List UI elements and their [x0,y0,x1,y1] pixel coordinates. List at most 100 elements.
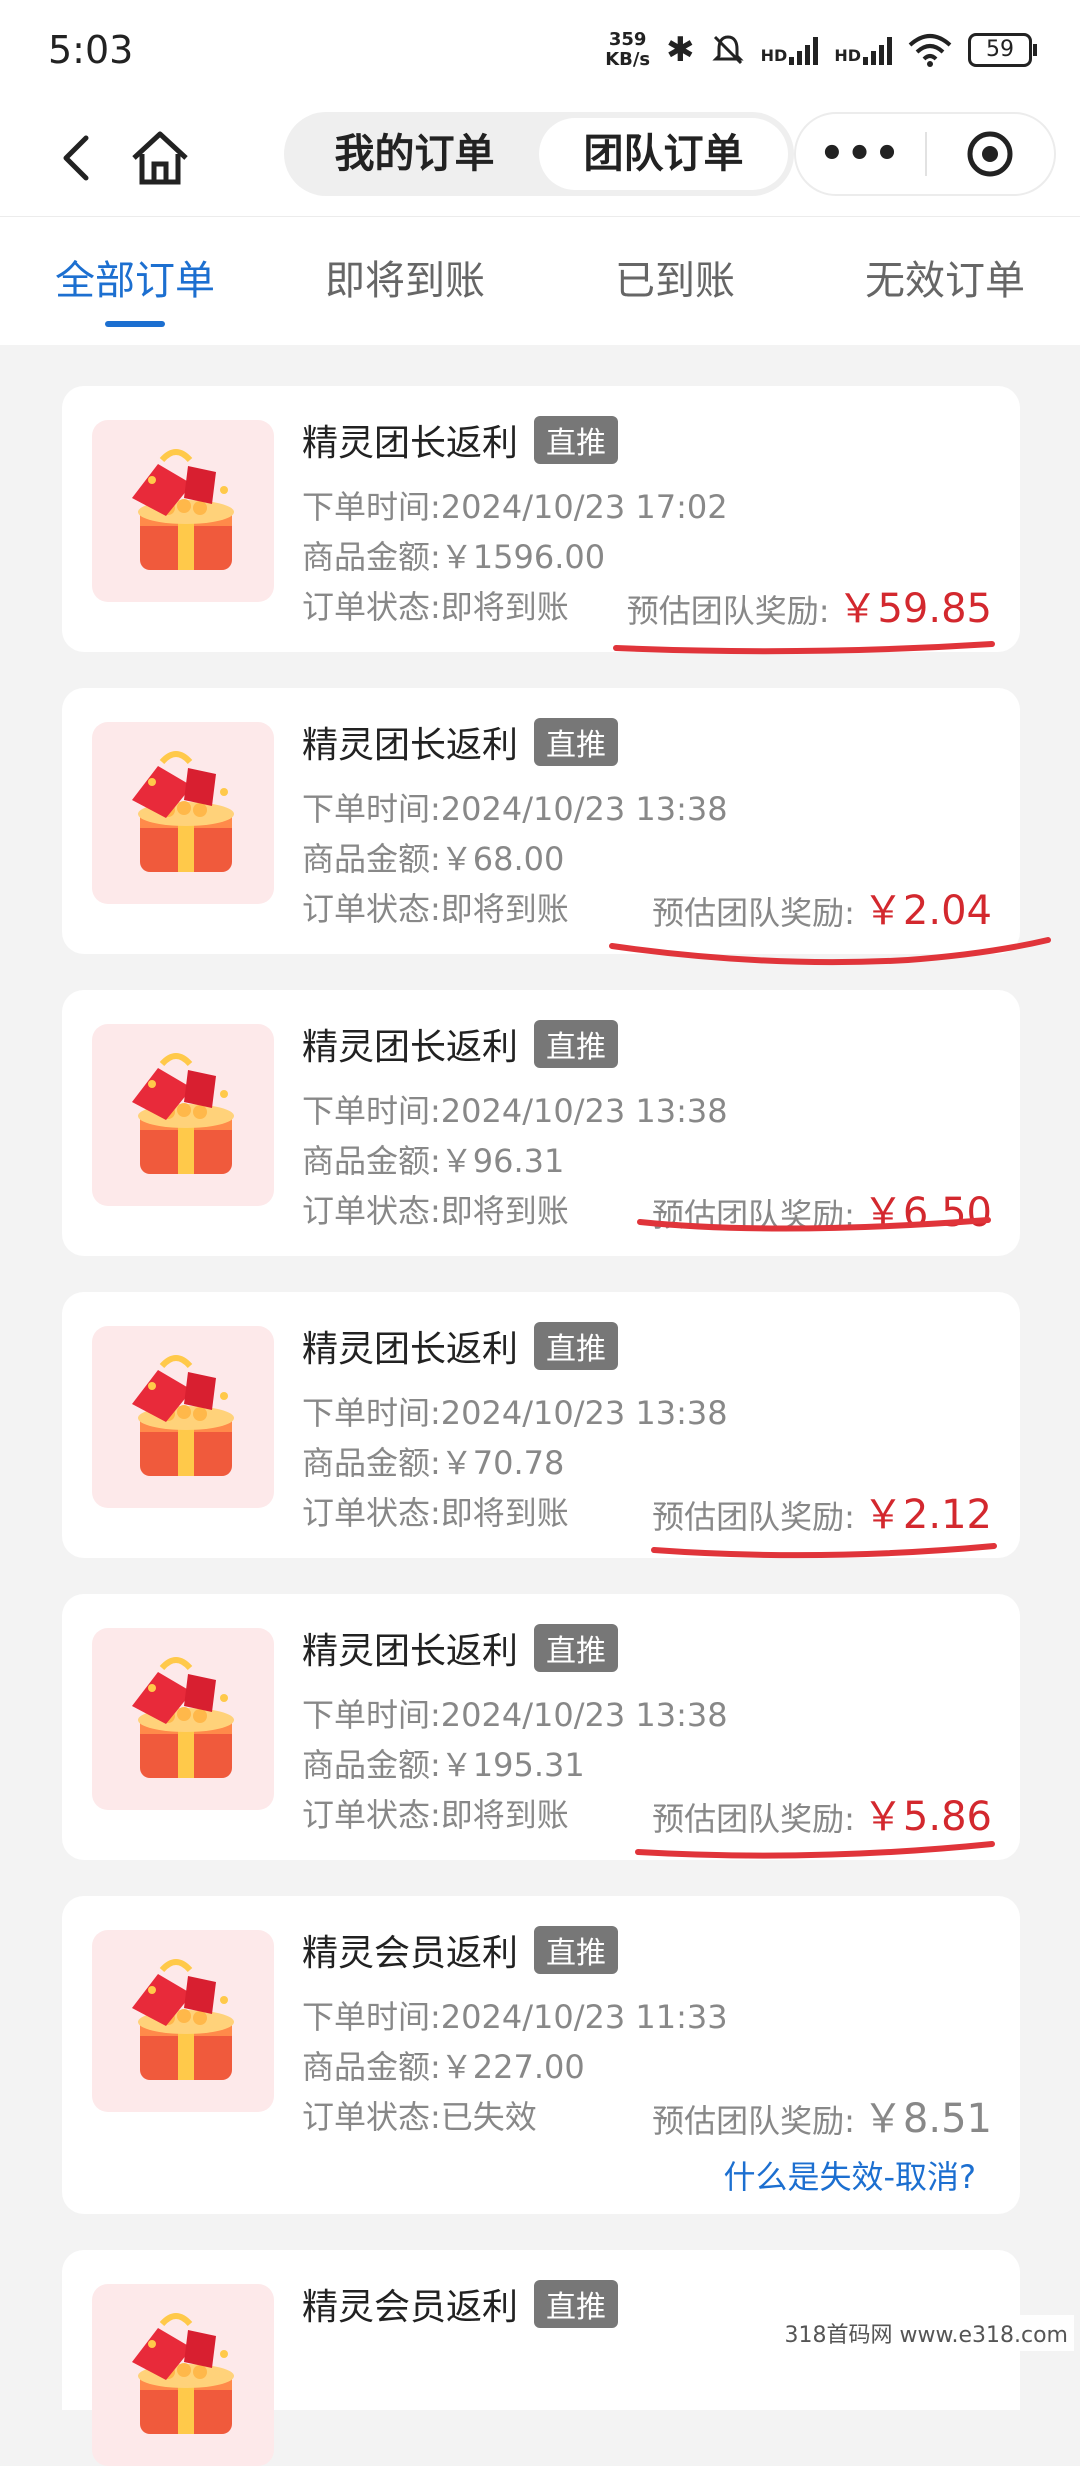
estimated-reward: 预估团队奖励: ￥2.12 [652,1482,992,1540]
reward-label: 预估团队奖励: [652,1196,855,1234]
order-title: 精灵团长返利 [302,725,519,766]
product-thumbnail [92,420,274,602]
reward-amount: ￥59.85 [837,586,992,632]
estimated-reward: 预估团队奖励: ￥5.86 [652,1784,992,1842]
order-card[interactable]: 精灵会员返利 直推 下单时间:2024/10/23 11:33 商品金额:￥22… [62,1896,1020,2214]
product-thumbnail [92,1024,274,1206]
order-filter-tabs: 全部订单 即将到账 已到账 无效订单 [0,217,1080,345]
gift-box-icon [132,2313,234,2434]
signal-icon-1: HD [761,35,819,65]
invalid-help-link[interactable]: 什么是失效-取消? [723,2152,976,2198]
order-amount: 商品金额:￥68.00 [302,840,565,878]
mini-program-capsule: ••• [794,112,1056,196]
battery-level: 59 [986,37,1014,62]
watermark: 318首码网 www.e318.com [778,2315,1074,2351]
direct-tag: 直推 [534,2280,619,2328]
order-time: 下单时间:2024/10/23 13:38 [302,1696,728,1734]
network-speed-unit: KB/s [605,49,651,70]
reward-amount: ￥2.04 [862,888,992,934]
order-card[interactable]: 精灵团长返利 直推 下单时间:2024/10/23 13:38 商品金额:￥19… [62,1594,1020,1860]
order-time: 下单时间:2024/10/23 13:38 [302,1394,728,1432]
reward-label: 预估团队奖励: [652,2102,855,2140]
tab-invalid[interactable]: 无效订单 [810,217,1080,345]
direct-tag: 直推 [534,1926,619,1974]
gift-box-icon [132,1053,234,1174]
direct-tag: 直推 [534,1624,619,1672]
direct-tag: 直推 [534,416,619,464]
direct-tag: 直推 [534,718,619,766]
gift-box-icon [132,751,234,872]
order-title: 精灵团长返利 [302,1631,519,1672]
order-time: 下单时间:2024/10/23 13:38 [302,1092,728,1130]
product-thumbnail [92,2284,274,2466]
order-title-row: 精灵团长返利 直推 [302,1622,619,1674]
order-status: 订单状态:即将到账 [302,588,569,626]
order-amount: 商品金额:￥96.31 [302,1142,565,1180]
gift-box-icon [132,1657,234,1778]
order-title-row: 精灵团长返利 直推 [302,414,619,466]
segment-my-orders[interactable]: 我的订单 [290,118,539,190]
hd-label-2: HD [834,46,861,65]
status-time: 5:03 [48,28,134,72]
battery-icon: 59 [968,33,1037,67]
order-status: 订单状态:即将到账 [302,890,569,928]
reward-label: 预估团队奖励: [652,894,855,932]
reward-amount: ￥6.50 [862,1190,992,1236]
tab-pending[interactable]: 即将到账 [270,217,540,345]
order-amount: 商品金额:￥1596.00 [302,538,606,576]
reward-label: 预估团队奖励: [652,1800,855,1838]
order-type-switch: 我的订单 团队订单 [284,112,794,196]
direct-tag: 直推 [534,1020,619,1068]
segment-team-orders[interactable]: 团队订单 [539,118,788,190]
bell-mute-icon [712,35,744,65]
direct-tag: 直推 [534,1322,619,1370]
signal-icon-2: HD [834,35,892,65]
home-icon[interactable] [128,126,192,190]
network-speed-value: 359 [608,29,647,50]
estimated-reward: 预估团队奖励: ￥6.50 [652,1180,992,1238]
nav-bar: 我的订单 团队订单 ••• [0,100,1080,217]
reward-amount: ￥8.51 [862,2096,992,2142]
more-icon[interactable]: ••• [796,131,925,177]
order-card[interactable]: 精灵团长返利 直推 下单时间:2024/10/23 13:38 商品金额:￥68… [62,688,1020,954]
order-amount: 商品金额:￥70.78 [302,1444,565,1482]
status-icons: 359 KB/s ✱ HD HD 59 [605,29,1037,70]
reward-amount: ￥5.86 [862,1794,992,1840]
bluetooth-icon: ✱ [666,30,695,70]
target-icon [967,131,1013,177]
tab-received[interactable]: 已到账 [540,217,810,345]
status-bar: 5:03 359 KB/s ✱ HD HD 59 [0,0,1080,100]
hd-label-1: HD [760,46,788,65]
order-status: 订单状态:即将到账 [302,1192,569,1230]
estimated-reward: 预估团队奖励: ￥2.04 [652,878,992,936]
order-status: 订单状态:即将到账 [302,1494,569,1532]
order-time: 下单时间:2024/10/23 11:33 [302,1998,728,2036]
gift-box-icon [132,1959,234,2080]
order-title-row: 精灵团长返利 直推 [302,1018,619,1070]
reward-label: 预估团队奖励: [626,592,830,630]
order-title: 精灵团长返利 [302,1027,519,1068]
product-thumbnail [92,1326,274,1508]
reward-label: 预估团队奖励: [652,1498,855,1536]
tab-all-orders[interactable]: 全部订单 [0,217,270,345]
product-thumbnail [92,1628,274,1810]
order-title: 精灵团长返利 [302,423,519,464]
order-time: 下单时间:2024/10/23 17:02 [302,488,728,526]
order-title-row: 精灵团长返利 直推 [302,1320,619,1372]
order-title: 精灵会员返利 [302,2287,519,2328]
back-arrow-icon[interactable] [48,128,108,188]
order-list: 精灵团长返利 直推 下单时间:2024/10/23 17:02 商品金额:￥15… [62,386,1020,2466]
order-title: 精灵团长返利 [302,1329,519,1370]
order-amount: 商品金额:￥227.00 [302,2048,585,2086]
order-time: 下单时间:2024/10/23 13:38 [302,790,728,828]
order-card[interactable]: 精灵团长返利 直推 下单时间:2024/10/23 13:38 商品金额:￥96… [62,990,1020,1256]
close-target-button[interactable] [927,129,1054,179]
order-card[interactable]: 精灵团长返利 直推 下单时间:2024/10/23 17:02 商品金额:￥15… [62,386,1020,652]
order-title-row: 精灵会员返利 直推 [302,1924,619,1976]
estimated-reward: 预估团队奖励: ￥59.85 [627,576,992,634]
order-card[interactable]: 精灵团长返利 直推 下单时间:2024/10/23 13:38 商品金额:￥70… [62,1292,1020,1558]
reward-amount: ￥2.12 [862,1492,992,1538]
order-title-row: 精灵会员返利 直推 [302,2278,619,2330]
wifi-icon [908,34,952,67]
gift-box-icon [132,449,234,570]
